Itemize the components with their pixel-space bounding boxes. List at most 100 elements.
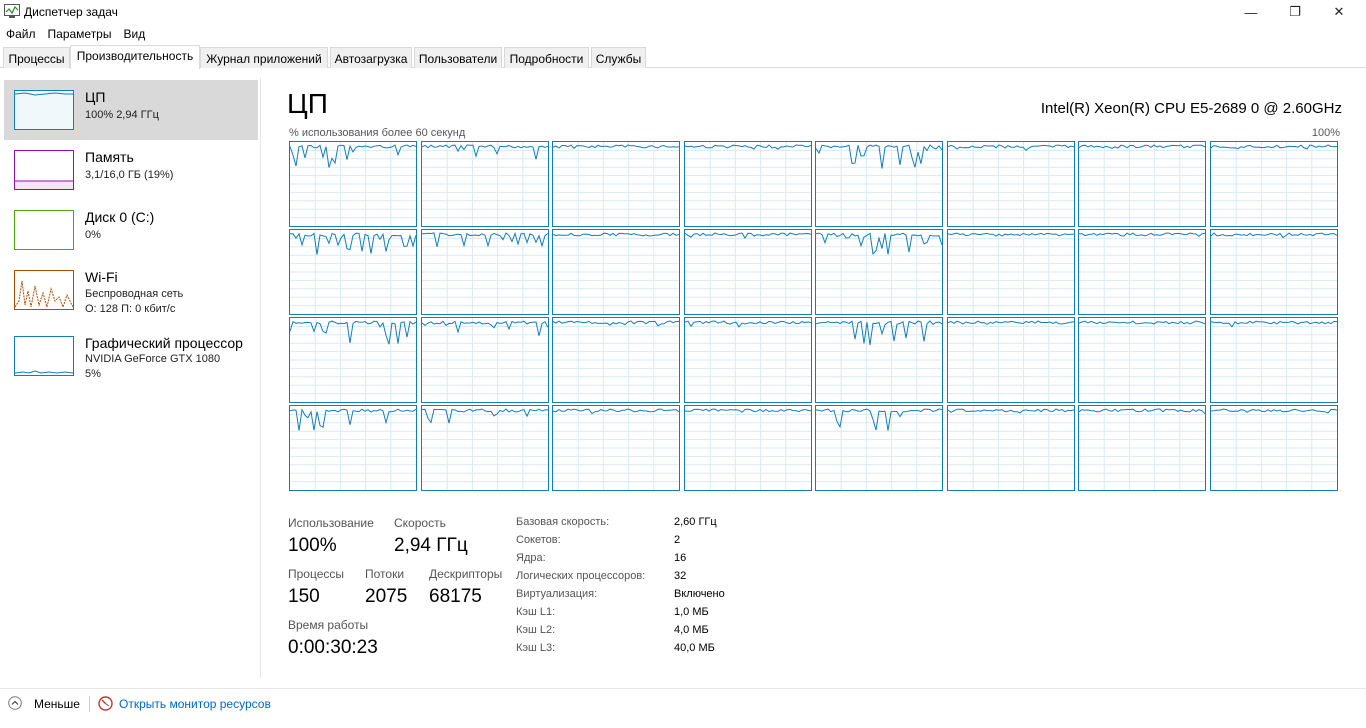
processes-label: Процессы <box>288 567 345 581</box>
sidebar-wifi-sub2: О: 128 П: 0 кбит/с <box>85 303 176 315</box>
sidebar-gpu-sub2: 5% <box>85 368 101 380</box>
logical-processor-graph <box>421 141 549 227</box>
cpu-usage-line <box>290 318 416 402</box>
memory-thumbnail-graph <box>14 150 74 190</box>
base-speed-label: Базовая скорость: <box>516 516 610 528</box>
handles-value: 68175 <box>429 586 482 607</box>
cpu-usage-line <box>290 406 416 490</box>
logical-processor-graph <box>684 229 812 315</box>
cpu-usage-line <box>422 230 548 314</box>
footer-bar: Меньше Открыть монитор ресурсов <box>0 688 1366 728</box>
l3-cache-label: Кэш L3: <box>516 642 556 654</box>
logical-processor-graph <box>289 405 417 491</box>
logical-processor-graph <box>1210 141 1338 227</box>
sidebar-disk-title: Диск 0 (C:) <box>85 209 155 225</box>
chevron-up-circle-icon[interactable] <box>8 696 22 710</box>
tab-services[interactable]: Службы <box>591 47 646 68</box>
threads-label: Потоки <box>365 567 405 581</box>
cpu-usage-line <box>816 142 942 226</box>
window-title: Диспетчер задач <box>24 5 118 19</box>
cpu-usage-line <box>290 230 416 314</box>
logical-processor-graph <box>815 405 943 491</box>
l2-cache-label: Кэш L2: <box>516 624 556 636</box>
sidebar-item-wifi[interactable]: Wi-Fi Беспроводная сеть О: 128 П: 0 кбит… <box>4 260 258 320</box>
cpu-usage-line <box>422 318 548 402</box>
tab-users[interactable]: Пользователи <box>414 47 502 68</box>
disk-thumbnail-graph <box>14 210 74 250</box>
cpu-usage-line <box>1079 318 1205 402</box>
close-button[interactable]: ✕ <box>1316 0 1362 24</box>
logical-processors-label: Логических процессоров: <box>516 570 646 582</box>
speed-value: 2,94 ГГц <box>394 535 468 556</box>
menu-bar: Файл Параметры Вид <box>0 24 1366 44</box>
logical-processor-graph <box>1210 317 1338 403</box>
title-bar: Диспетчер задач — ❐ ✕ <box>0 0 1366 24</box>
sockets-value: 2 <box>674 534 681 546</box>
tab-processes[interactable]: Процессы <box>3 47 70 68</box>
tab-performance[interactable]: Производительность <box>70 45 200 69</box>
base-speed-value: 2,60 ГГц <box>674 516 717 528</box>
l1-cache-label: Кэш L1: <box>516 606 556 618</box>
cpu-usage-line <box>816 406 942 490</box>
cpu-usage-line <box>422 406 548 490</box>
graph-caption-usage: % использования более 60 секунд <box>289 127 466 139</box>
task-manager-app-icon <box>4 4 20 18</box>
menu-view[interactable]: Вид <box>117 24 151 44</box>
cpu-usage-line <box>948 142 1074 226</box>
sidebar-item-gpu[interactable]: Графический процессор NVIDIA GeForce GTX… <box>4 326 258 386</box>
logical-processor-graph <box>684 141 812 227</box>
resource-monitor-icon[interactable] <box>98 696 113 711</box>
logical-processors-value: 32 <box>674 570 687 582</box>
sidebar-item-memory[interactable]: Память 3,1/16,0 ГБ (19%) <box>4 140 258 200</box>
speed-label: Скорость <box>394 516 446 530</box>
logical-processor-graph <box>552 317 680 403</box>
cpu-usage-line <box>685 318 811 402</box>
logical-processor-graph <box>815 317 943 403</box>
logical-processor-graph <box>947 405 1075 491</box>
sidebar-item-disk[interactable]: Диск 0 (C:) 0% <box>4 200 258 260</box>
footer-divider <box>89 696 90 712</box>
handles-label: Дескрипторы <box>429 567 503 581</box>
sidebar-disk-sub: 0% <box>85 229 101 241</box>
wifi-thumbnail-line <box>14 280 74 309</box>
cpu-usage-line <box>1079 406 1205 490</box>
cpu-usage-line <box>553 406 679 490</box>
sidebar-memory-sub: 3,1/16,0 ГБ (19%) <box>85 169 174 181</box>
cpu-usage-line <box>422 142 548 226</box>
minimize-button[interactable]: — <box>1228 0 1274 24</box>
cpu-usage-line <box>553 142 679 226</box>
sidebar-cpu-title: ЦП <box>85 89 106 105</box>
sidebar-wifi-sub1: Беспроводная сеть <box>85 288 184 300</box>
cpu-usage-line <box>1211 406 1337 490</box>
logical-processor-graph <box>1210 405 1338 491</box>
tab-app-history[interactable]: Журнал приложений <box>200 47 328 68</box>
restore-button[interactable]: ❐ <box>1272 0 1318 24</box>
cpu-usage-line <box>685 406 811 490</box>
open-resource-monitor-link[interactable]: Открыть монитор ресурсов <box>119 697 271 711</box>
tab-details[interactable]: Подробности <box>504 47 589 68</box>
logical-processor-graph <box>1078 405 1206 491</box>
cores-label: Ядра: <box>516 552 546 564</box>
logical-processor-graph <box>421 229 549 315</box>
cpu-usage-line <box>948 318 1074 402</box>
logical-processor-graph <box>947 141 1075 227</box>
cpu-usage-line <box>948 406 1074 490</box>
tab-startup[interactable]: Автозагрузка <box>330 47 412 68</box>
logical-processor-graph <box>552 229 680 315</box>
sidebar-cpu-sub: 100% 2,94 ГГц <box>85 109 159 121</box>
cpu-usage-line <box>816 230 942 314</box>
threads-value: 2075 <box>365 586 408 607</box>
cpu-usage-line <box>1079 230 1205 314</box>
fewer-details-button[interactable]: Меньше <box>34 697 80 711</box>
cpu-usage-line <box>816 318 942 402</box>
menu-file[interactable]: Файл <box>0 24 42 44</box>
cpu-thumbnail-graph <box>14 90 74 130</box>
menu-options[interactable]: Параметры <box>42 24 118 44</box>
sidebar-memory-title: Память <box>85 149 134 165</box>
sidebar-item-cpu[interactable]: ЦП 100% 2,94 ГГц <box>4 80 258 140</box>
logical-processor-graph <box>815 229 943 315</box>
cpu-thumbnail-line <box>14 92 73 96</box>
logical-processor-graph <box>1078 141 1206 227</box>
restore-icon: ❐ <box>1289 4 1301 19</box>
l1-cache-value: 1,0 МБ <box>674 606 709 618</box>
